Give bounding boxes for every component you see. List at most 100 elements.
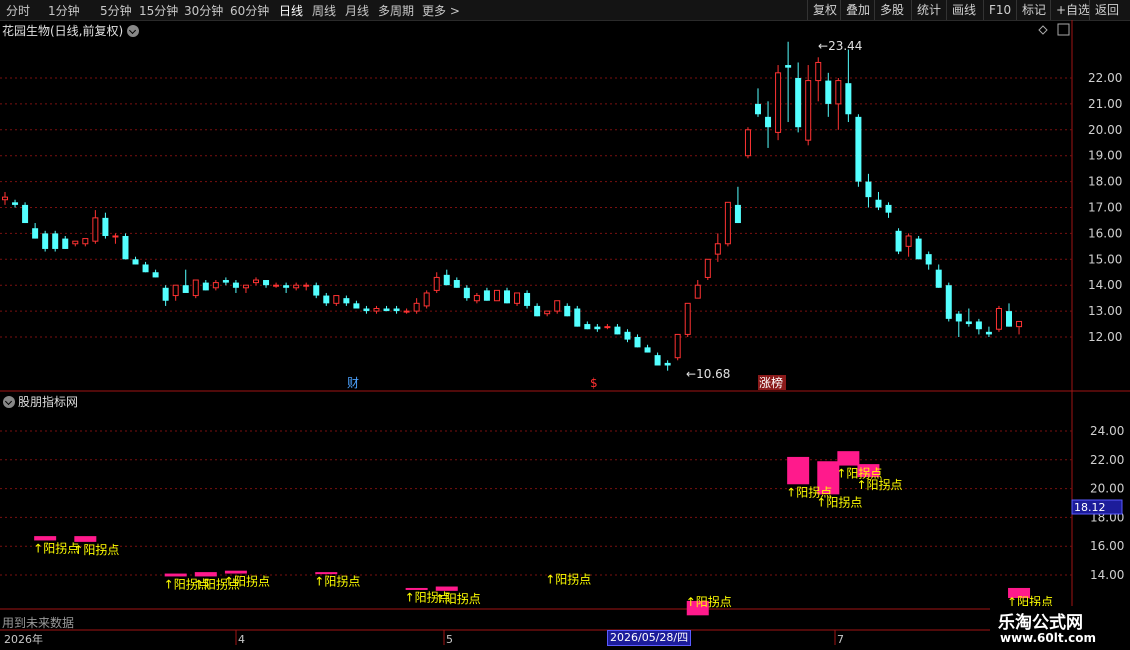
- candle-body: [514, 292, 521, 304]
- candle: [915, 235, 922, 260]
- candle: [2, 191, 8, 205]
- candle-body: [915, 238, 922, 260]
- candle: [925, 251, 932, 270]
- candle: [995, 305, 1002, 332]
- candle-body: [1016, 320, 1023, 328]
- candle: [52, 230, 59, 252]
- signal-label: ↑阳拐点: [435, 591, 481, 606]
- candle-body: [985, 331, 992, 335]
- candle: [935, 264, 942, 288]
- candle: [755, 88, 761, 117]
- candle: [82, 238, 89, 247]
- sub-price-tick: 24.00: [1090, 424, 1124, 438]
- time-label-year: 2026年: [4, 632, 43, 646]
- candle-body: [82, 238, 89, 245]
- signal-box: [837, 451, 860, 466]
- candle: [222, 277, 229, 286]
- candle: [875, 191, 882, 211]
- diamond-icon: [1038, 25, 1048, 35]
- signal-label: ↑阳拐点: [33, 540, 79, 555]
- candle: [423, 290, 430, 309]
- candle: [202, 280, 209, 291]
- candle-body: [273, 284, 280, 287]
- candle: [955, 311, 962, 337]
- candle-body: [524, 292, 531, 306]
- candle: [975, 318, 982, 335]
- candle: [32, 223, 39, 239]
- signal-label: ↑阳拐点: [73, 542, 119, 557]
- candle-body: [584, 324, 591, 330]
- candle-body: [383, 308, 390, 312]
- candle: [885, 202, 892, 218]
- candle-body: [52, 233, 59, 249]
- candle-body: [2, 196, 8, 201]
- candle: [524, 290, 531, 309]
- candle: [694, 280, 701, 299]
- time-label-may: 5: [446, 633, 453, 646]
- indicator-title-text: 股朋指标网: [18, 395, 79, 409]
- site-watermark: 乐淘公式网 www.60lt.com: [990, 606, 1130, 650]
- candle-body: [945, 285, 952, 319]
- candle: [514, 292, 521, 306]
- candle-body: [463, 287, 470, 299]
- sub-price-tick: 22.00: [1090, 453, 1124, 467]
- main-price-ticks: 22.00 21.00 20.00 19.00 18.00 17.00 16.00 15.00…: [1088, 71, 1122, 344]
- chevron-down-icon[interactable]: [3, 396, 15, 408]
- candle: [574, 305, 581, 327]
- candle-body: [614, 326, 621, 335]
- candle: [393, 305, 400, 314]
- candle: [624, 329, 631, 343]
- candle: [554, 300, 561, 314]
- candle-body: [895, 230, 902, 252]
- signal-box: [787, 456, 810, 485]
- candle-body: [92, 217, 99, 242]
- dividend-marker[interactable]: $: [590, 376, 598, 390]
- candle: [373, 305, 380, 314]
- candle: [72, 240, 79, 247]
- signal-label: ↑阳拐点: [856, 477, 902, 492]
- candle: [845, 49, 852, 123]
- candle: [534, 303, 541, 317]
- candle-body: [654, 355, 661, 366]
- candle-body: [132, 259, 139, 265]
- main-price-tick: 15.00: [1088, 252, 1122, 266]
- indicator-title[interactable]: 股朋指标网: [3, 393, 78, 410]
- candle: [654, 352, 661, 366]
- candle-body: [624, 331, 631, 340]
- candle-body: [744, 129, 751, 157]
- candles: [2, 41, 1023, 371]
- candle: [684, 302, 691, 337]
- finance-marker[interactable]: 财: [347, 376, 359, 390]
- candle-body: [815, 61, 822, 82]
- signal-box: [164, 573, 187, 577]
- candle: [132, 256, 139, 265]
- candle: [644, 344, 651, 353]
- candle-body: [594, 326, 601, 330]
- candle: [795, 62, 802, 133]
- candle: [112, 233, 119, 244]
- candle-body: [775, 72, 782, 133]
- candle: [463, 285, 470, 301]
- candle-body: [1006, 311, 1012, 327]
- sub-price-tick: 20.00: [1090, 482, 1124, 496]
- chart-canvas: ↑阳拐点↑阳拐点↑阳拐点↑阳拐点↑阳拐点 ↑阳拐点↑阳拐点↑阳拐点↑阳拐点↑阳拐点…: [0, 20, 1130, 646]
- candle: [42, 230, 49, 252]
- candle-body: [152, 272, 159, 278]
- candle: [242, 284, 249, 293]
- candle: [785, 41, 792, 123]
- limit-up-marker[interactable]: 涨榜: [759, 375, 783, 390]
- candle: [62, 235, 69, 249]
- candle-body: [182, 285, 189, 293]
- candle: [895, 228, 902, 255]
- candle: [825, 72, 832, 117]
- candle-body: [855, 116, 862, 182]
- candle: [724, 201, 731, 247]
- signal-box: [194, 572, 217, 577]
- candle-body: [122, 235, 129, 260]
- candle: [1016, 320, 1023, 335]
- main-price-tick: 17.00: [1088, 201, 1122, 215]
- candle-body: [403, 310, 410, 313]
- candle: [594, 324, 601, 332]
- candle-body: [734, 204, 741, 224]
- candle-body: [845, 83, 852, 115]
